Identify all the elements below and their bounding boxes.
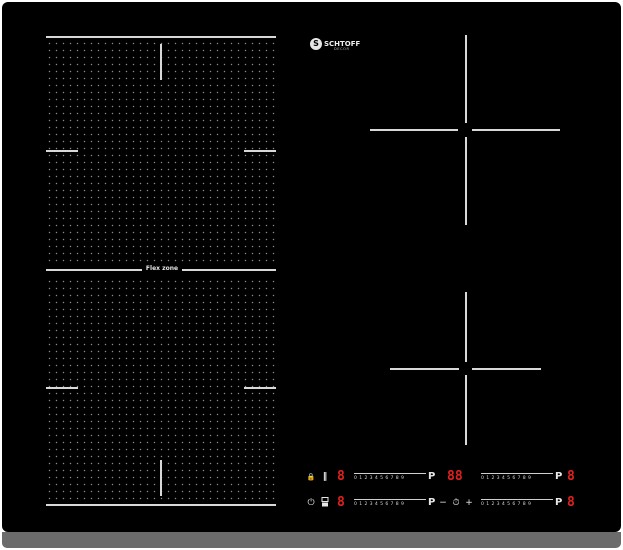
slider-track <box>354 499 426 500</box>
zone-4-power-display: 8 <box>567 495 575 510</box>
brand-tagline: DECOR <box>334 47 350 51</box>
zone-1-boost-button[interactable]: P <box>428 471 435 483</box>
zone-small-horizontal-left <box>390 368 459 370</box>
zone-large-vertical-top <box>465 35 467 123</box>
brand-logo-icon: S <box>310 38 322 50</box>
flex-zone-label: Flex zone <box>142 263 182 275</box>
flex-zone-upper-right-tick <box>244 150 276 152</box>
zone-1-power-slider[interactable]: 0123456789 <box>354 472 428 484</box>
timer-icon[interactable]: ⏱ <box>450 497 462 509</box>
pause-icon[interactable]: ‖ <box>319 471 331 483</box>
flex-zone-select-icon[interactable] <box>319 497 331 511</box>
flex-zone-top-line <box>46 36 276 38</box>
slider-scale: 0123456789 <box>354 476 407 481</box>
zone-small-horizontal-right <box>472 368 541 370</box>
power-icon[interactable]: ⏻ <box>305 497 317 509</box>
slider-scale: 0123456789 <box>481 476 534 481</box>
zone-small-vertical-top <box>465 292 467 362</box>
zone-2-power-display: 8 <box>567 469 575 484</box>
slider-track <box>481 473 553 474</box>
flex-zone-lower-left-tick <box>46 387 78 389</box>
zone-large-horizontal-right <box>472 129 560 131</box>
zone-3-boost-button[interactable]: P <box>428 497 435 509</box>
zone-small-vertical-bottom <box>465 375 467 445</box>
zone-large-vertical-bottom <box>465 137 467 225</box>
slider-scale: 0123456789 <box>354 502 407 507</box>
zone-large-horizontal-left <box>370 129 458 131</box>
zone-4-power-slider[interactable]: 0123456789 <box>481 498 555 510</box>
flex-zone-upper-top-tick <box>160 44 162 80</box>
zone-3-power-slider[interactable]: 0123456789 <box>354 498 428 510</box>
flex-zone-upper-left-tick <box>46 150 78 152</box>
zone-2-power-slider[interactable]: 0123456789 <box>481 472 555 484</box>
timer-minus-button[interactable]: − <box>437 497 449 509</box>
zone-3-power-display: 8 <box>337 495 345 510</box>
flex-zone-lower-bottom-tick <box>160 460 162 496</box>
lock-icon[interactable]: 🔒 <box>305 471 317 483</box>
flex-zone-bottom-line <box>46 504 276 506</box>
zone-2-boost-button[interactable]: P <box>555 471 562 483</box>
zone-1-power-display: 8 <box>337 469 345 484</box>
timer-display: 88 <box>447 469 463 484</box>
timer-plus-button[interactable]: + <box>463 497 475 509</box>
cooktop-frame-edge <box>2 532 621 548</box>
flex-zone-lower-right-tick <box>244 387 276 389</box>
zone-4-boost-button[interactable]: P <box>555 497 562 509</box>
slider-track <box>481 499 553 500</box>
slider-track <box>354 473 426 474</box>
slider-scale: 0123456789 <box>481 502 534 507</box>
